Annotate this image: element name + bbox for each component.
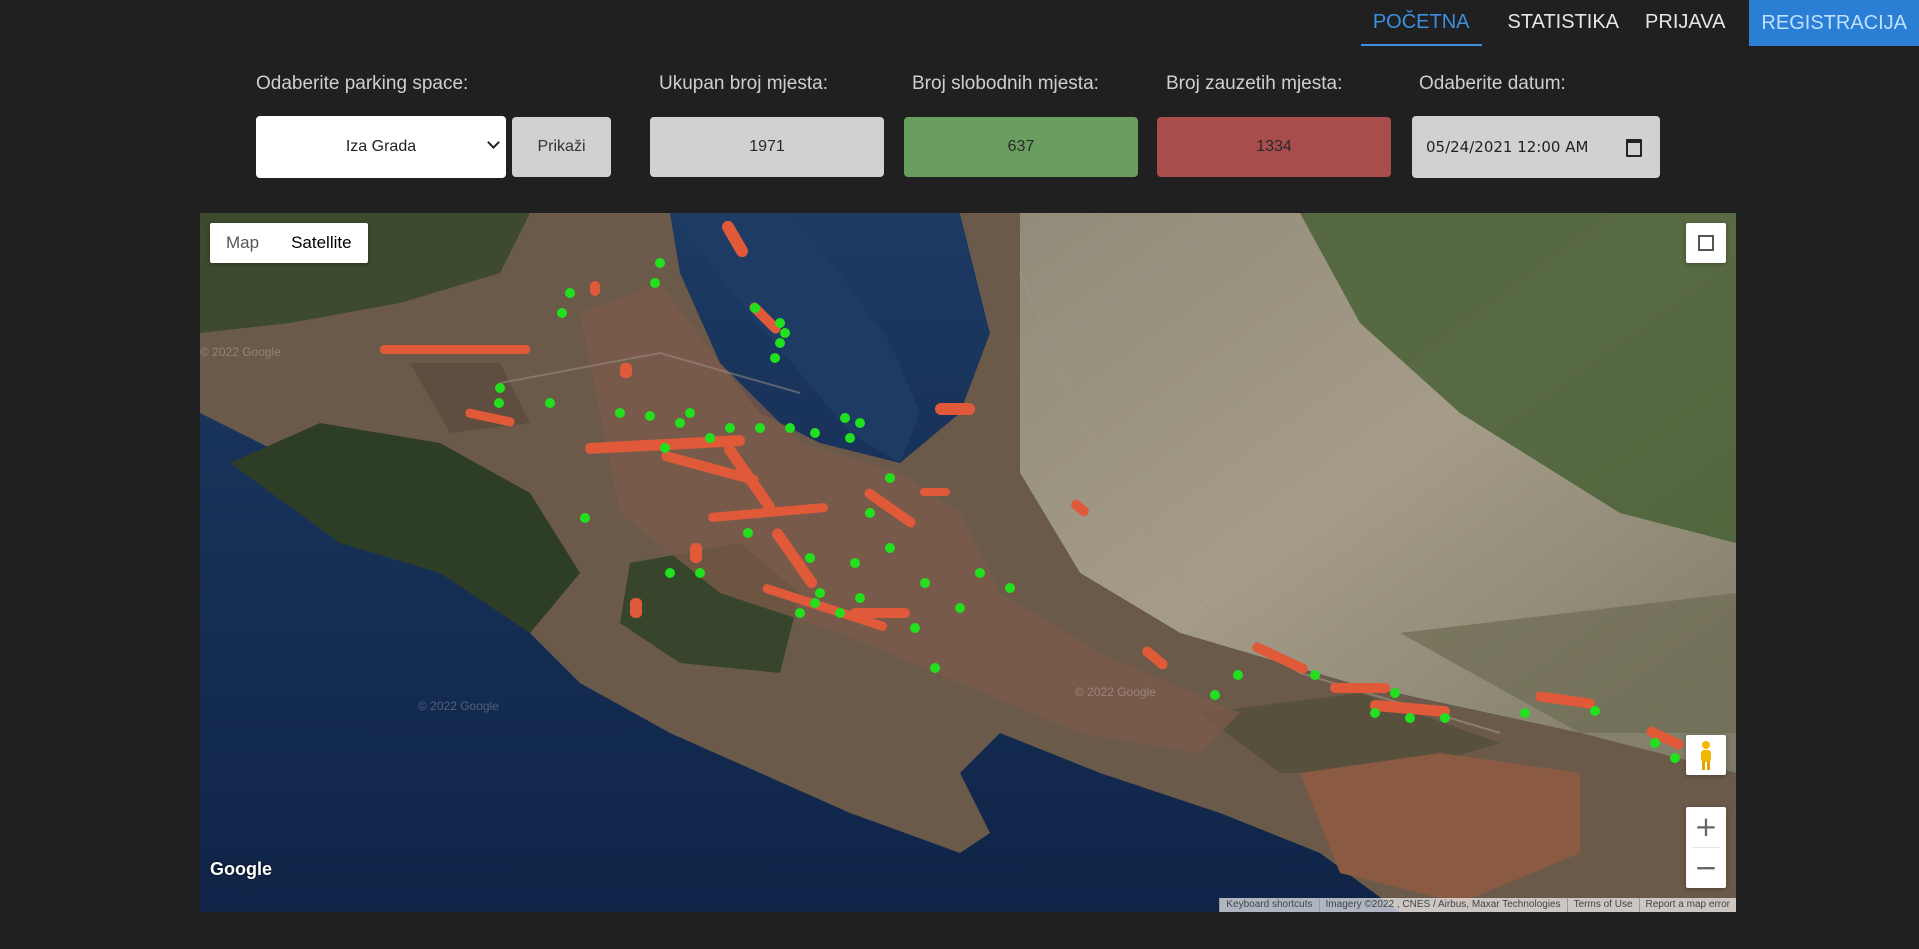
top-nav: POČETNA STATISTIKA PRIJAVA REGISTRACIJA xyxy=(1359,0,1919,46)
google-logo: Google xyxy=(210,859,272,879)
nav-registracija[interactable]: REGISTRACIJA xyxy=(1749,0,1919,46)
map-type-control: Map Satellite xyxy=(210,223,368,263)
map-container[interactable]: © 2022 Google © 2022 Google © 2022 Googl… xyxy=(200,213,1736,912)
parking-select[interactable]: Iza Grada xyxy=(256,116,506,178)
total-spots-field: 1971 xyxy=(650,117,884,177)
total-label: Ukupan broj mjesta: xyxy=(659,73,828,94)
map-attribution: Keyboard shortcuts Imagery ©2022 , CNES … xyxy=(1219,898,1736,912)
free-spots-field: 637 xyxy=(904,117,1138,177)
nav-statistika[interactable]: STATISTIKA xyxy=(1496,0,1632,46)
report-error-link[interactable]: Report a map error xyxy=(1638,898,1736,912)
zoom-out-button[interactable]: − xyxy=(1686,848,1726,888)
nav-pocetna[interactable]: POČETNA xyxy=(1360,0,1482,46)
chevron-down-icon xyxy=(487,136,500,149)
free-label: Broj slobodnih mjesta: xyxy=(912,73,1099,94)
terms-link[interactable]: Terms of Use xyxy=(1566,898,1639,912)
date-input[interactable]: 05/24/2021 12:00 AM xyxy=(1412,116,1660,178)
street-view-pegman-button[interactable] xyxy=(1686,735,1726,775)
fullscreen-button[interactable] xyxy=(1686,223,1726,263)
map-type-satellite-button[interactable]: Satellite xyxy=(275,223,367,263)
calendar-icon[interactable] xyxy=(1626,139,1642,157)
parking-label: Odaberite parking space: xyxy=(256,73,469,94)
zoom-in-button[interactable]: + xyxy=(1686,807,1726,847)
satellite-imagery xyxy=(200,213,1736,912)
show-button[interactable]: Prikaži xyxy=(512,117,611,177)
nav-prijava[interactable]: PRIJAVA xyxy=(1633,0,1737,46)
fullscreen-icon xyxy=(1704,241,1714,251)
map-watermark: © 2022 Google xyxy=(418,699,499,713)
imagery-credit: Imagery ©2022 , CNES / Airbus, Maxar Tec… xyxy=(1318,898,1567,912)
pegman-icon xyxy=(1701,741,1711,770)
map-watermark: © 2022 Google xyxy=(1075,685,1156,699)
keyboard-shortcuts-link[interactable]: Keyboard shortcuts xyxy=(1219,898,1318,912)
occupied-label: Broj zauzetih mjesta: xyxy=(1166,73,1343,94)
map-type-map-button[interactable]: Map xyxy=(210,223,275,263)
date-label: Odaberite datum: xyxy=(1419,73,1566,94)
occupied-spots-field: 1334 xyxy=(1157,117,1391,177)
parking-select-value: Iza Grada xyxy=(345,138,417,155)
date-value: 05/24/2021 12:00 AM xyxy=(1426,138,1589,156)
map-watermark: © 2022 Google xyxy=(200,345,281,359)
zoom-control: + − xyxy=(1686,807,1726,888)
